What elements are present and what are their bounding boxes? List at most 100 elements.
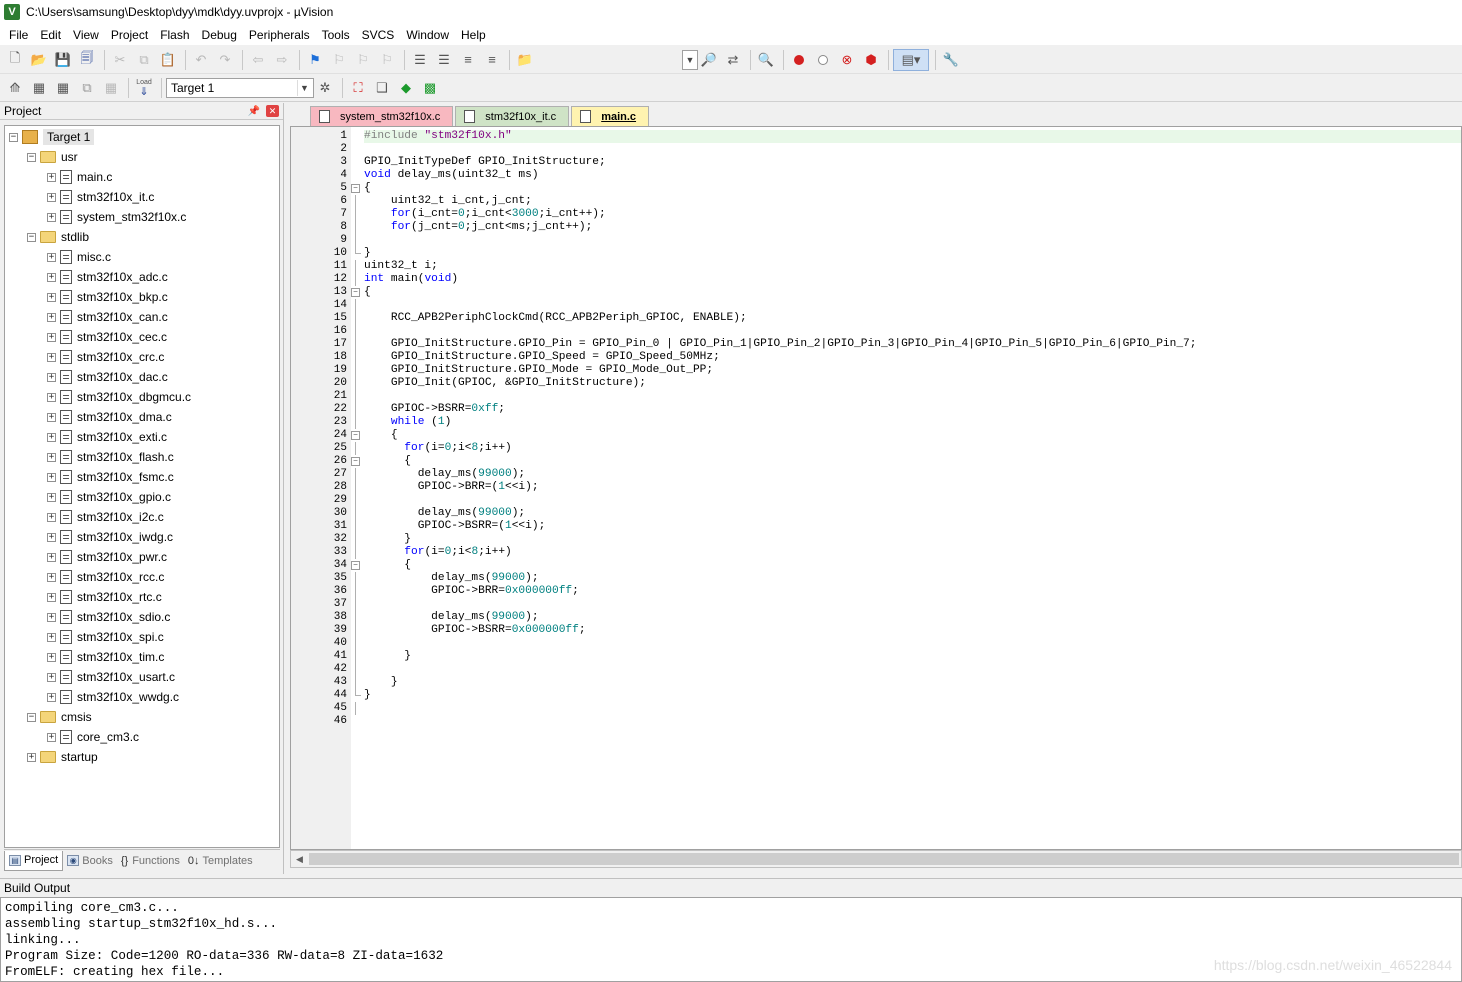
undo-icon[interactable]: ↶	[190, 49, 212, 71]
menu-help[interactable]: Help	[455, 28, 492, 42]
batch-build-icon[interactable]: ⧉	[76, 77, 98, 99]
menu-flash[interactable]: Flash	[154, 28, 195, 42]
expand-icon[interactable]: +	[47, 352, 56, 362]
unindent-icon[interactable]: ☰	[433, 49, 455, 71]
run-time-environment-icon[interactable]: ▩	[419, 77, 441, 99]
code-line[interactable]: 45	[334, 702, 1461, 715]
tree-file[interactable]: + stm32f10x_i2c.c	[5, 507, 279, 527]
fold-collapse-icon[interactable]: −	[351, 561, 360, 570]
code-line[interactable]: 8 for(j_cnt=0;j_cnt<ms;j_cnt++);	[340, 221, 1461, 234]
code-line[interactable]: 10}	[334, 247, 1461, 260]
expand-icon[interactable]: +	[47, 632, 56, 642]
collapse-icon[interactable]: −	[27, 232, 36, 242]
menu-peripherals[interactable]: Peripherals	[243, 28, 316, 42]
tree-file[interactable]: + stm32f10x_dac.c	[5, 367, 279, 387]
next-bookmark-icon[interactable]: ⚐	[352, 49, 374, 71]
tree-group[interactable]: + startup	[5, 747, 279, 767]
expand-icon[interactable]: +	[47, 432, 56, 442]
find-icon[interactable]: ⇄	[722, 49, 744, 71]
code-line[interactable]: 22 GPIOC->BSRR=0xff;	[334, 403, 1461, 416]
tree-file[interactable]: + stm32f10x_usart.c	[5, 667, 279, 687]
expand-icon[interactable]: +	[47, 692, 56, 702]
tree-file[interactable]: + stm32f10x_wwdg.c	[5, 687, 279, 707]
tree-file[interactable]: + stm32f10x_fsmc.c	[5, 467, 279, 487]
tab-functions[interactable]: {} Functions	[117, 851, 184, 871]
code-line[interactable]: 35 delay_ms(99000);	[334, 572, 1461, 585]
code-line[interactable]: 31 GPIOC->BSRR=(1<<i);	[334, 520, 1461, 533]
tree-file[interactable]: + stm32f10x_dbgmcu.c	[5, 387, 279, 407]
tree-file[interactable]: + stm32f10x_spi.c	[5, 627, 279, 647]
menu-file[interactable]: File	[3, 28, 34, 42]
expand-icon[interactable]: +	[47, 412, 56, 422]
scrollbar-thumb[interactable]	[309, 853, 1459, 865]
code-line[interactable]: 9	[340, 234, 1461, 247]
code-line[interactable]: 20 GPIO_Init(GPIOC, &GPIO_InitStructure)…	[334, 377, 1461, 390]
tree-file[interactable]: + core_cm3.c	[5, 727, 279, 747]
tree-file[interactable]: + stm32f10x_cec.c	[5, 327, 279, 347]
code-line[interactable]: 24− {	[334, 429, 1461, 442]
code-line[interactable]: 2	[340, 143, 1461, 156]
window-layout-icon[interactable]: ▤▾	[893, 48, 929, 71]
tree-file[interactable]: + stm32f10x_tim.c	[5, 647, 279, 667]
pack-installer-icon[interactable]: ◆	[395, 77, 417, 99]
tree-file[interactable]: + stm32f10x_exti.c	[5, 427, 279, 447]
expand-icon[interactable]: +	[47, 332, 56, 342]
expand-icon[interactable]: +	[47, 452, 56, 462]
open-file-icon[interactable]: 📂	[28, 49, 50, 71]
expand-icon[interactable]: +	[47, 272, 56, 282]
code-line[interactable]: 26− {	[334, 455, 1461, 468]
pin-icon[interactable]: 📌	[248, 106, 260, 117]
expand-icon[interactable]: +	[47, 372, 56, 382]
tree-group[interactable]: − usr	[5, 147, 279, 167]
prev-bookmark-icon[interactable]: ⚐	[328, 49, 350, 71]
comment-icon[interactable]: ≡	[457, 49, 479, 71]
build-icon[interactable]: ▦	[28, 77, 50, 99]
tree-file[interactable]: + stm32f10x_pwr.c	[5, 547, 279, 567]
tree-file[interactable]: + stm32f10x_gpio.c	[5, 487, 279, 507]
expand-icon[interactable]: +	[47, 532, 56, 542]
menu-edit[interactable]: Edit	[34, 28, 67, 42]
code-line[interactable]: 33 for(i=0;i<8;i++)	[334, 546, 1461, 559]
menu-project[interactable]: Project	[105, 28, 154, 42]
expand-icon[interactable]: +	[47, 652, 56, 662]
fold-collapse-icon[interactable]: −	[351, 457, 360, 466]
code-line[interactable]: 29	[334, 494, 1461, 507]
code-line[interactable]: 12 int main(void)	[334, 273, 1461, 286]
code-line[interactable]: 36 GPIOC->BRR=0x000000ff;	[334, 585, 1461, 598]
translate-icon[interactable]: ⟰	[4, 77, 26, 99]
code-line[interactable]: 7 for(i_cnt=0;i_cnt<3000;i_cnt++);	[340, 208, 1461, 221]
tree-file[interactable]: + stm32f10x_it.c	[5, 187, 279, 207]
code-line[interactable]: 6 uint32_t i_cnt,j_cnt;	[340, 195, 1461, 208]
insert-breakpoint-icon[interactable]	[788, 49, 810, 71]
enable-breakpoint-icon[interactable]	[812, 49, 834, 71]
code-line[interactable]: 23 while (1)	[334, 416, 1461, 429]
clear-bookmarks-icon[interactable]: ⚐	[376, 49, 398, 71]
collapse-icon[interactable]: −	[27, 712, 36, 722]
tab-main[interactable]: main.c	[571, 106, 650, 126]
disable-breakpoints-icon[interactable]: ⊗	[836, 49, 858, 71]
tree-file[interactable]: + misc.c	[5, 247, 279, 267]
tree-file[interactable]: + stm32f10x_dma.c	[5, 407, 279, 427]
tab-templates[interactable]: 0↓ Templates	[184, 851, 257, 871]
collapse-icon[interactable]: −	[9, 132, 18, 142]
tree-group[interactable]: − cmsis	[5, 707, 279, 727]
editor-horizontal-scrollbar[interactable]: ◀	[290, 850, 1462, 868]
kill-breakpoints-icon[interactable]: ⬢	[860, 49, 882, 71]
code-line[interactable]: 32 }	[334, 533, 1461, 546]
tree-file[interactable]: + stm32f10x_crc.c	[5, 347, 279, 367]
target-select[interactable]: Target 1 ▼	[166, 77, 314, 98]
code-line[interactable]: 42	[334, 663, 1461, 676]
cut-icon[interactable]: ✂	[109, 49, 131, 71]
tab-books[interactable]: ◉ Books	[63, 851, 117, 871]
code-line[interactable]: 34− {	[334, 559, 1461, 572]
code-line[interactable]: 14	[334, 299, 1461, 312]
expand-icon[interactable]: +	[47, 512, 56, 522]
tree-file[interactable]: + main.c	[5, 167, 279, 187]
navigate-back-icon[interactable]: ⇦	[247, 49, 269, 71]
file-extensions-icon[interactable]: ❑	[371, 77, 393, 99]
navigate-forward-icon[interactable]: ⇨	[271, 49, 293, 71]
code-line[interactable]: 4 void delay_ms(uint32_t ms)	[340, 169, 1461, 182]
tree-group[interactable]: − stdlib	[5, 227, 279, 247]
fold-collapse-icon[interactable]: −	[351, 288, 360, 297]
manage-components-icon[interactable]: ⛶	[347, 77, 369, 99]
